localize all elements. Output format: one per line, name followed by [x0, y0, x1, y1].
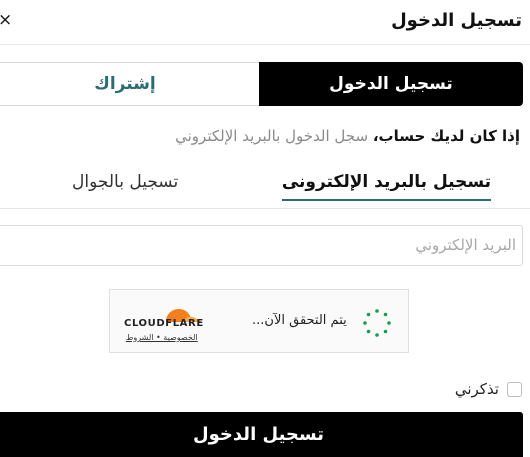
- remember-checkbox[interactable]: [507, 381, 522, 397]
- close-icon[interactable]: ×: [0, 10, 12, 30]
- login-submit-button[interactable]: تسجيل الدخول: [0, 412, 523, 457]
- modal-title: تسجيل الدخول: [391, 10, 522, 31]
- subtab-divider: [0, 208, 530, 209]
- cloudflare-captcha[interactable]: يتم التحقق الآن... CLOUDFLARE الخصوصية •…: [109, 289, 409, 353]
- remember-label: تذكرني: [454, 380, 499, 398]
- tab-login[interactable]: تسجيل الدخول: [259, 62, 523, 106]
- loading-spinner-icon: [363, 309, 391, 337]
- login-hint: إذا كان لديك حساب، سجل الدخول بالبريد ال…: [175, 127, 520, 145]
- tab-phone-login[interactable]: تسجيل بالجوال: [72, 172, 178, 192]
- tab-signup[interactable]: إشتراك: [0, 62, 259, 106]
- header-divider: [0, 44, 530, 45]
- hint-text: سجل الدخول بالبريد الإلكتروني: [175, 127, 373, 145]
- hint-bold: إذا كان لديك حساب،: [372, 127, 520, 145]
- captcha-status: يتم التحقق الآن...: [252, 313, 347, 328]
- tab-email-login[interactable]: تسجيل بالبريد الإلكترونى: [281, 172, 491, 201]
- email-field[interactable]: البريد الإلكتروني: [0, 225, 523, 266]
- cloudflare-wordmark: CLOUDFLARE: [124, 318, 204, 329]
- captcha-links[interactable]: الخصوصية • الشروط: [126, 333, 198, 342]
- remember-me[interactable]: تذكرني: [455, 380, 522, 398]
